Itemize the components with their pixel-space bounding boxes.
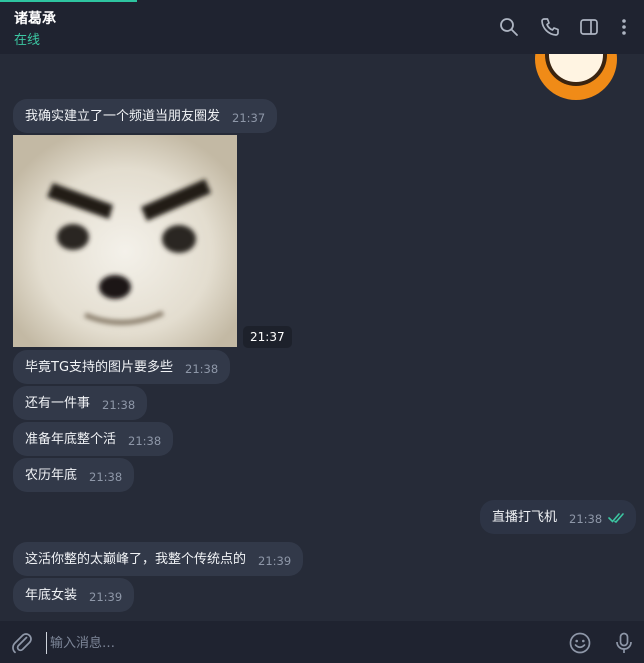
- online-status: 在线: [14, 33, 41, 48]
- message-composer: [0, 621, 644, 663]
- message-time: 21:39: [89, 590, 123, 604]
- message-bubble[interactable]: 准备年底整个活 21:38: [13, 422, 174, 456]
- search-icon[interactable]: [498, 16, 520, 38]
- message-bubble[interactable]: 毕竟TG支持的图片要多些 21:38: [13, 350, 231, 384]
- photo-time: 21:37: [243, 326, 292, 348]
- message-text: 毕竟TG支持的图片要多些: [25, 360, 174, 375]
- more-vertical-icon[interactable]: [613, 16, 635, 38]
- message-text: 年底女装: [25, 588, 78, 603]
- chat-title[interactable]: 诸葛承: [14, 8, 56, 28]
- message-bubble[interactable]: 农历年底 21:38: [13, 458, 135, 492]
- sidebar-toggle-icon[interactable]: [578, 16, 600, 38]
- message-time: 21:37: [232, 111, 266, 125]
- message-bubble[interactable]: 我确实建立了一个频道当朋友圈发 21:37: [13, 99, 278, 133]
- message-bubble[interactable]: 还有一件事 21:38: [13, 386, 148, 420]
- photo-message[interactable]: [13, 135, 237, 347]
- message-time: 21:38: [102, 398, 136, 412]
- outgoing-message-bubble[interactable]: 直播打飞机 21:38: [480, 500, 637, 534]
- message-time: 21:38: [89, 470, 123, 484]
- message-time: 21:38: [185, 362, 219, 376]
- message-list[interactable]: 我确实建立了一个频道当朋友圈发 21:37 21:37 毕竟TG支持的图片要多些…: [0, 54, 644, 621]
- message-text: 我确实建立了一个频道当朋友圈发: [25, 109, 221, 124]
- message-text: 农历年底: [25, 468, 78, 483]
- read-checkmarks-icon: [608, 504, 628, 538]
- attach-icon[interactable]: [10, 631, 34, 655]
- loading-progress-bar: [0, 0, 137, 2]
- message-text: 这活你整的太巅峰了，我整个传统点的: [25, 552, 247, 567]
- emoji-icon[interactable]: [568, 631, 592, 655]
- message-time: 21:38: [569, 512, 603, 526]
- microphone-icon[interactable]: [612, 631, 636, 655]
- chat-header: 诸葛承 在线: [0, 0, 644, 54]
- phone-icon[interactable]: [539, 16, 561, 38]
- message-text: 还有一件事: [25, 396, 91, 411]
- message-text: 直播打飞机: [492, 510, 558, 525]
- message-time: 21:38: [128, 434, 162, 448]
- message-bubble[interactable]: 这活你整的太巅峰了，我整个传统点的 21:39: [13, 542, 304, 576]
- message-input[interactable]: [46, 632, 532, 654]
- sticker-image[interactable]: [535, 54, 617, 100]
- message-time: 21:39: [258, 554, 292, 568]
- message-text: 准备年底整个活: [25, 432, 117, 447]
- message-bubble[interactable]: 年底女装 21:39: [13, 578, 135, 612]
